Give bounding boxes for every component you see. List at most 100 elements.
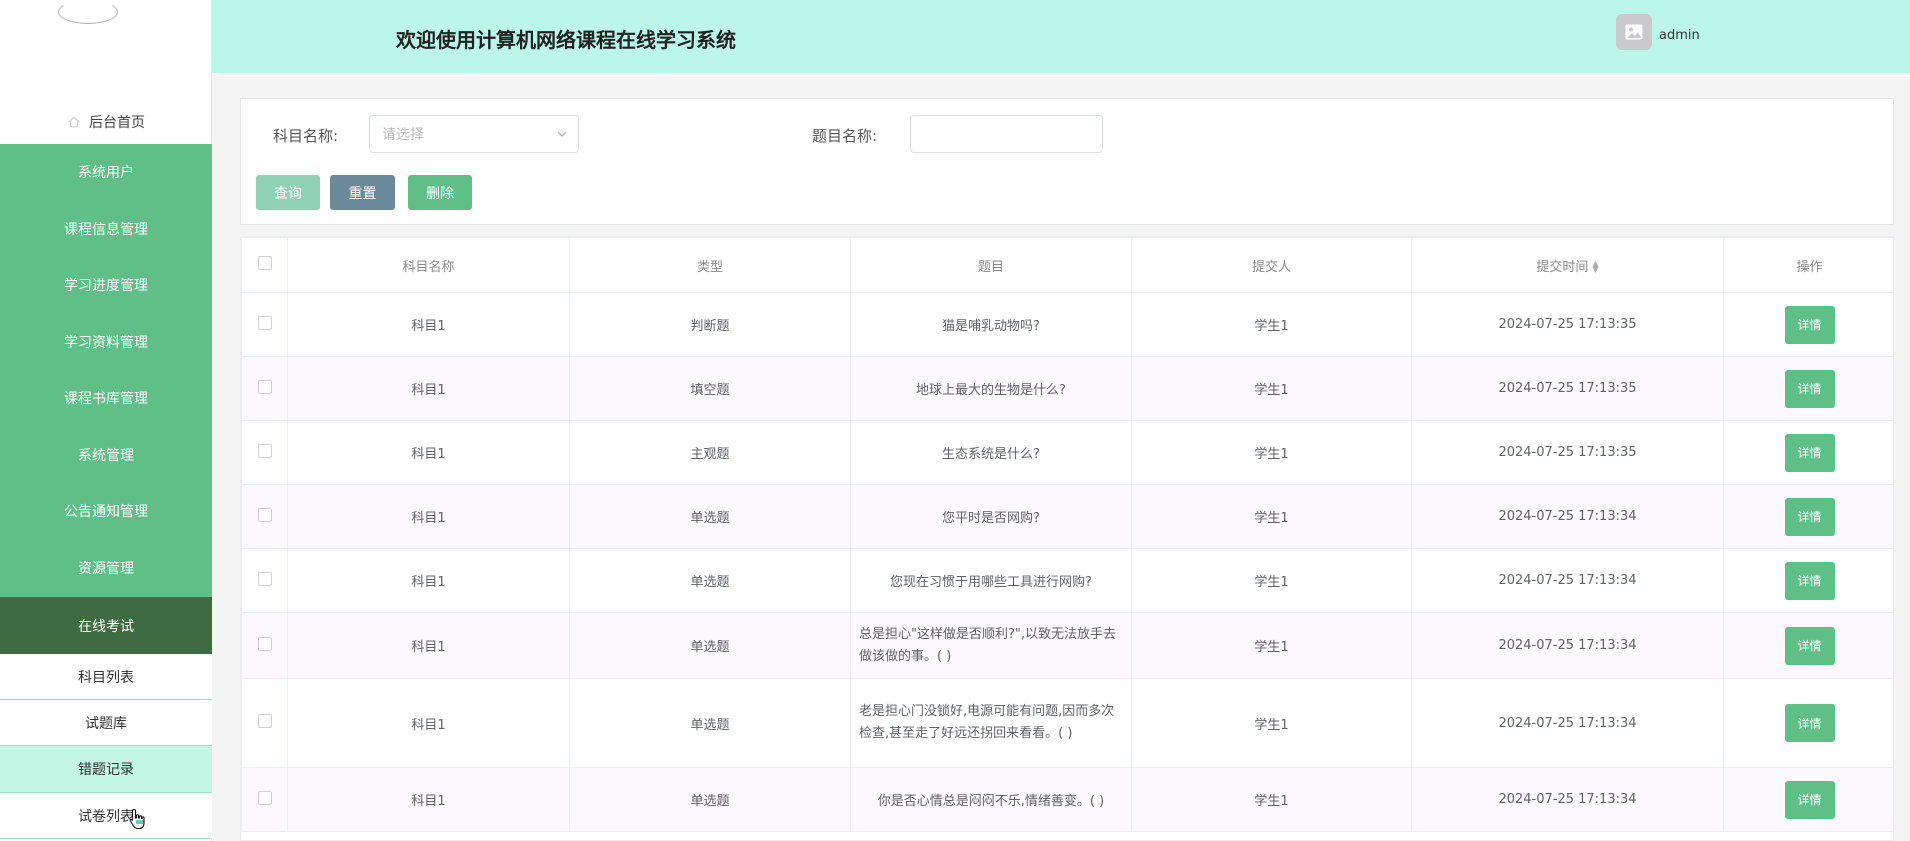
- search-panel: 科目名称: 请选择 题目名称: 查询 重置 删除: [240, 98, 1894, 225]
- row-checkbox[interactable]: [257, 379, 272, 394]
- row-checkbox[interactable]: [257, 443, 272, 458]
- cell-actions: 详情: [1723, 767, 1893, 832]
- detail-button[interactable]: 详情: [1784, 433, 1835, 472]
- cell-actions: 详情: [1723, 356, 1893, 421]
- table-row: 科目1 主观题 生态系统是什么? 学生1 2024-07-25 17:13:35…: [241, 420, 1893, 485]
- sidebar-item-course-info[interactable]: 课程信息管理: [0, 201, 212, 258]
- subject-select-placeholder: 请选择: [382, 127, 424, 143]
- sidebar-item-online-exam[interactable]: 在线考试: [0, 597, 212, 654]
- sidebar-item-library[interactable]: 课程书库管理: [0, 370, 212, 427]
- table-row: 科目1 单选题 你是否心情总是闷闷不乐,情绪善变。( ) 学生1 2024-07…: [241, 767, 1893, 832]
- cell-time: 2024-07-25 17:13:35: [1411, 420, 1724, 485]
- cell-question: 您现在习惯于用哪些工具进行网购?: [850, 548, 1132, 613]
- cell-actions: 详情: [1723, 292, 1893, 357]
- sidebar-item-progress[interactable]: 学习进度管理: [0, 257, 212, 314]
- row-select-cell: [241, 484, 288, 549]
- cell-subject: 科目1: [287, 612, 570, 679]
- row-select-cell: [241, 292, 288, 357]
- cell-actions: 详情: [1723, 420, 1893, 485]
- cell-type: 填空题: [569, 356, 851, 421]
- hand-cursor-icon: [129, 808, 145, 830]
- row-checkbox[interactable]: [257, 571, 272, 586]
- cell-submitter: 学生1: [1131, 356, 1412, 421]
- cell-actions: 详情: [1723, 484, 1893, 549]
- cell-subject: 科目1: [287, 292, 570, 357]
- cell-type: 主观题: [569, 420, 851, 485]
- cell-subject: 科目1: [287, 420, 570, 485]
- row-checkbox[interactable]: [257, 636, 272, 651]
- sidebar-item-home[interactable]: 后台首页: [0, 100, 212, 144]
- detail-button[interactable]: 详情: [1784, 497, 1835, 536]
- row-select-cell: [241, 548, 288, 613]
- row-select-cell: [241, 356, 288, 421]
- sort-icon[interactable]: ▲ ▼: [1592, 260, 1598, 274]
- detail-button[interactable]: 详情: [1784, 626, 1835, 665]
- detail-button[interactable]: 详情: [1784, 369, 1835, 408]
- sidebar-item-notices[interactable]: 公告通知管理: [0, 483, 212, 540]
- reset-button[interactable]: 重置: [330, 175, 395, 210]
- header-time-label: 提交时间: [1536, 259, 1589, 275]
- detail-button[interactable]: 详情: [1784, 704, 1835, 742]
- table-row: 科目1 判断题 猫是哺乳动物吗? 学生1 2024-07-25 17:13:35…: [241, 292, 1893, 357]
- question-name-input[interactable]: [910, 115, 1103, 153]
- header-time[interactable]: 提交时间 ▲ ▼: [1411, 237, 1724, 293]
- cell-question: 您平时是否网购?: [850, 484, 1132, 549]
- cell-submitter: 学生1: [1131, 420, 1412, 485]
- cell-time: 2024-07-25 17:13:34: [1411, 484, 1724, 549]
- sidebar-item-resources[interactable]: 资源管理: [0, 540, 212, 597]
- cell-actions: 详情: [1723, 548, 1893, 613]
- detail-button[interactable]: 详情: [1784, 780, 1835, 819]
- cell-submitter: 学生1: [1131, 548, 1412, 613]
- submenu-item-wrong-records[interactable]: 错题记录: [0, 746, 212, 793]
- detail-button[interactable]: 详情: [1784, 561, 1835, 600]
- table-row: 科目1 填空题 地球上最大的生物是什么? 学生1 2024-07-25 17:1…: [241, 356, 1893, 421]
- table-row: 科目1 单选题 您现在习惯于用哪些工具进行网购? 学生1 2024-07-25 …: [241, 548, 1893, 613]
- sidebar-item-materials[interactable]: 学习资料管理: [0, 314, 212, 371]
- sidebar-item-users[interactable]: 系统用户: [0, 144, 212, 201]
- home-icon: [68, 116, 80, 128]
- image-placeholder-icon: [1625, 24, 1643, 40]
- row-checkbox[interactable]: [257, 790, 272, 805]
- cell-time: 2024-07-25 17:13:35: [1411, 356, 1724, 421]
- select-all-checkbox[interactable]: [257, 256, 272, 270]
- header-actions: 操作: [1723, 237, 1893, 293]
- cell-submitter: 学生1: [1131, 612, 1412, 679]
- cell-question: 猫是哺乳动物吗?: [850, 292, 1132, 357]
- cell-question: 总是担心"这样做是否顺利?",以致无法放手去做该做的事。( ): [850, 612, 1132, 679]
- delete-button[interactable]: 删除: [408, 175, 472, 210]
- cell-submitter: 学生1: [1131, 678, 1412, 768]
- query-button[interactable]: 查询: [256, 175, 320, 210]
- cell-subject: 科目1: [287, 548, 570, 613]
- top-header: 欢迎使用计算机网络课程在线学习系统 admin: [212, 0, 1910, 73]
- row-checkbox[interactable]: [257, 714, 272, 728]
- cell-time: 2024-07-25 17:13:34: [1411, 678, 1724, 768]
- subject-select[interactable]: 请选择: [369, 115, 579, 153]
- detail-button[interactable]: 详情: [1784, 305, 1835, 344]
- row-select-cell: [241, 612, 288, 679]
- row-checkbox[interactable]: [257, 507, 272, 522]
- header-subject: 科目名称: [287, 237, 570, 293]
- sidebar: 后台首页 系统用户 课程信息管理 学习进度管理 学习资料管理 课程书库管理 系统…: [0, 0, 212, 841]
- table-row: 科目1 单选题 总是担心"这样做是否顺利?",以致无法放手去做该做的事。( ) …: [241, 612, 1893, 679]
- header-question: 题目: [850, 237, 1132, 293]
- sidebar-item-system[interactable]: 系统管理: [0, 427, 212, 484]
- avatar[interactable]: [1616, 14, 1652, 50]
- cell-question: 你是否心情总是闷闷不乐,情绪善变。( ): [850, 767, 1132, 832]
- cell-actions: 详情: [1723, 678, 1893, 768]
- chevron-down-icon: [557, 131, 567, 137]
- cell-type: 单选题: [569, 612, 851, 679]
- page-title: 欢迎使用计算机网络课程在线学习系统: [396, 28, 736, 52]
- submenu-item-papers[interactable]: 试卷列表: [0, 793, 212, 839]
- row-select-cell: [241, 767, 288, 832]
- row-select-cell: [241, 420, 288, 485]
- subject-label: 科目名称:: [273, 127, 339, 145]
- submenu-item-question-bank[interactable]: 试题库: [0, 700, 212, 746]
- sidebar-submenu: 科目列表 试题库 错题记录 试卷列表: [0, 654, 212, 839]
- row-checkbox[interactable]: [257, 315, 272, 330]
- table-header-row: 科目名称 类型 题目 提交人 提交时间 ▲ ▼ 操作: [241, 237, 1893, 293]
- username[interactable]: admin: [1659, 28, 1700, 43]
- sidebar-home-label: 后台首页: [89, 115, 145, 131]
- submenu-item-subjects[interactable]: 科目列表: [0, 654, 212, 700]
- cell-type: 单选题: [569, 484, 851, 549]
- cell-submitter: 学生1: [1131, 767, 1412, 832]
